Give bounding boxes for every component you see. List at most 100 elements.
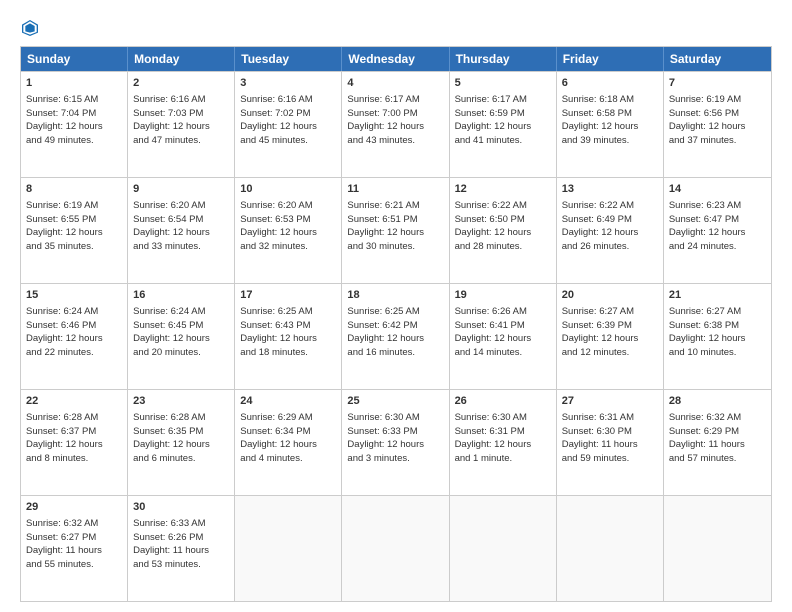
day-info: Sunrise: 6:16 AM Sunset: 7:02 PM Dayligh… xyxy=(240,94,317,146)
calendar: SundayMondayTuesdayWednesdayThursdayFrid… xyxy=(20,46,772,602)
header-day-monday: Monday xyxy=(128,47,235,71)
day-number: 22 xyxy=(26,394,122,410)
day-number: 7 xyxy=(669,76,766,92)
day-info: Sunrise: 6:28 AM Sunset: 6:35 PM Dayligh… xyxy=(133,412,210,464)
day-number: 9 xyxy=(133,182,229,198)
day-info: Sunrise: 6:24 AM Sunset: 6:45 PM Dayligh… xyxy=(133,306,210,358)
day-number: 6 xyxy=(562,76,658,92)
day-info: Sunrise: 6:26 AM Sunset: 6:41 PM Dayligh… xyxy=(455,306,532,358)
day-number: 23 xyxy=(133,394,229,410)
day-cell-4: 4Sunrise: 6:17 AM Sunset: 7:00 PM Daylig… xyxy=(342,72,449,177)
day-number: 28 xyxy=(669,394,766,410)
day-number: 25 xyxy=(347,394,443,410)
header-day-thursday: Thursday xyxy=(450,47,557,71)
day-number: 16 xyxy=(133,288,229,304)
day-info: Sunrise: 6:27 AM Sunset: 6:39 PM Dayligh… xyxy=(562,306,639,358)
day-cell-25: 25 Sunrise: 6:30 AM Sunset: 6:33 PM Dayli… xyxy=(342,390,449,495)
day-cell-12: 12 Sunrise: 6:22 AM Sunset: 6:50 PM Dayli… xyxy=(450,178,557,283)
calendar-body: 1 Sunrise: 6:15 AM Sunset: 7:04 PM Daylig… xyxy=(21,71,771,601)
day-info: Sunrise: 6:20 AM Sunset: 6:54 PM Dayligh… xyxy=(133,200,210,252)
day-cell-1: 1 Sunrise: 6:15 AM Sunset: 7:04 PM Daylig… xyxy=(21,72,128,177)
day-info: Sunrise: 6:21 AM Sunset: 6:51 PM Dayligh… xyxy=(347,200,424,252)
day-info: Sunrise: 6:20 AM Sunset: 6:53 PM Dayligh… xyxy=(240,200,317,252)
day-cell-2: 2 Sunrise: 6:16 AM Sunset: 7:03 PM Daylig… xyxy=(128,72,235,177)
day-cell-7: 7 Sunrise: 6:19 AM Sunset: 6:56 PM Daylig… xyxy=(664,72,771,177)
day-cell-21: 21 Sunrise: 6:27 AM Sunset: 6:38 PM Dayli… xyxy=(664,284,771,389)
day-number: 17 xyxy=(240,288,336,304)
day-cell-24: 24 Sunrise: 6:29 AM Sunset: 6:34 PM Dayli… xyxy=(235,390,342,495)
day-number: 21 xyxy=(669,288,766,304)
day-cell-13: 13Sunrise: 6:22 AM Sunset: 6:49 PM Dayli… xyxy=(557,178,664,283)
empty-cell xyxy=(664,496,771,601)
day-info: Sunrise: 6:17 AM Sunset: 6:59 PM Dayligh… xyxy=(455,94,532,146)
day-info: Sunrise: 6:22 AM Sunset: 6:49 PM Dayligh… xyxy=(562,200,639,252)
day-info: Sunrise: 6:16 AM Sunset: 7:03 PM Dayligh… xyxy=(133,94,210,146)
day-cell-18: 18 Sunrise: 6:25 AM Sunset: 6:42 PM Dayli… xyxy=(342,284,449,389)
day-cell-5: 5 Sunrise: 6:17 AM Sunset: 6:59 PM Daylig… xyxy=(450,72,557,177)
logo xyxy=(20,18,44,38)
day-number: 29 xyxy=(26,500,122,516)
day-info: Sunrise: 6:18 AM Sunset: 6:58 PM Dayligh… xyxy=(562,94,639,146)
day-number: 10 xyxy=(240,182,336,198)
day-info: Sunrise: 6:15 AM Sunset: 7:04 PM Dayligh… xyxy=(26,94,103,146)
day-cell-8: 8Sunrise: 6:19 AM Sunset: 6:55 PM Daylig… xyxy=(21,178,128,283)
logo-icon xyxy=(20,18,40,38)
calendar-week-4: 22 Sunrise: 6:28 AM Sunset: 6:37 PM Dayli… xyxy=(21,389,771,495)
day-info: Sunrise: 6:28 AM Sunset: 6:37 PM Dayligh… xyxy=(26,412,103,464)
day-info: Sunrise: 6:24 AM Sunset: 6:46 PM Dayligh… xyxy=(26,306,103,358)
header-day-friday: Friday xyxy=(557,47,664,71)
header-day-saturday: Saturday xyxy=(664,47,771,71)
day-info: Sunrise: 6:19 AM Sunset: 6:56 PM Dayligh… xyxy=(669,94,746,146)
calendar-header: SundayMondayTuesdayWednesdayThursdayFrid… xyxy=(21,47,771,71)
day-cell-6: 6 Sunrise: 6:18 AM Sunset: 6:58 PM Daylig… xyxy=(557,72,664,177)
day-info: Sunrise: 6:23 AM Sunset: 6:47 PM Dayligh… xyxy=(669,200,746,252)
day-info: Sunrise: 6:33 AM Sunset: 6:26 PM Dayligh… xyxy=(133,518,209,570)
day-number: 18 xyxy=(347,288,443,304)
day-info: Sunrise: 6:22 AM Sunset: 6:50 PM Dayligh… xyxy=(455,200,532,252)
day-number: 12 xyxy=(455,182,551,198)
header-row xyxy=(20,18,772,38)
day-cell-15: 15 Sunrise: 6:24 AM Sunset: 6:46 PM Dayli… xyxy=(21,284,128,389)
day-number: 11 xyxy=(347,182,443,198)
day-number: 24 xyxy=(240,394,336,410)
day-info: Sunrise: 6:32 AM Sunset: 6:29 PM Dayligh… xyxy=(669,412,745,464)
day-cell-28: 28 Sunrise: 6:32 AM Sunset: 6:29 PM Dayli… xyxy=(664,390,771,495)
day-cell-10: 10 Sunrise: 6:20 AM Sunset: 6:53 PM Dayli… xyxy=(235,178,342,283)
empty-cell xyxy=(235,496,342,601)
day-cell-11: 11 Sunrise: 6:21 AM Sunset: 6:51 PM Dayli… xyxy=(342,178,449,283)
day-cell-3: 3 Sunrise: 6:16 AM Sunset: 7:02 PM Daylig… xyxy=(235,72,342,177)
page: SundayMondayTuesdayWednesdayThursdayFrid… xyxy=(0,0,792,612)
empty-cell xyxy=(450,496,557,601)
day-number: 15 xyxy=(26,288,122,304)
day-cell-20: 20 Sunrise: 6:27 AM Sunset: 6:39 PM Dayli… xyxy=(557,284,664,389)
day-number: 14 xyxy=(669,182,766,198)
day-info: Sunrise: 6:30 AM Sunset: 6:33 PM Dayligh… xyxy=(347,412,424,464)
header-day-wednesday: Wednesday xyxy=(342,47,449,71)
day-cell-16: 16 Sunrise: 6:24 AM Sunset: 6:45 PM Dayli… xyxy=(128,284,235,389)
day-cell-9: 9 Sunrise: 6:20 AM Sunset: 6:54 PM Daylig… xyxy=(128,178,235,283)
calendar-week-5: 29Sunrise: 6:32 AM Sunset: 6:27 PM Dayli… xyxy=(21,495,771,601)
header-day-tuesday: Tuesday xyxy=(235,47,342,71)
day-cell-30: 30 Sunrise: 6:33 AM Sunset: 6:26 PM Dayli… xyxy=(128,496,235,601)
day-number: 5 xyxy=(455,76,551,92)
calendar-week-3: 15 Sunrise: 6:24 AM Sunset: 6:46 PM Dayli… xyxy=(21,283,771,389)
calendar-week-2: 8Sunrise: 6:19 AM Sunset: 6:55 PM Daylig… xyxy=(21,177,771,283)
day-info: Sunrise: 6:27 AM Sunset: 6:38 PM Dayligh… xyxy=(669,306,746,358)
day-number: 19 xyxy=(455,288,551,304)
day-number: 27 xyxy=(562,394,658,410)
day-cell-22: 22 Sunrise: 6:28 AM Sunset: 6:37 PM Dayli… xyxy=(21,390,128,495)
day-info: Sunrise: 6:29 AM Sunset: 6:34 PM Dayligh… xyxy=(240,412,317,464)
day-number: 3 xyxy=(240,76,336,92)
day-number: 1 xyxy=(26,76,122,92)
day-info: Sunrise: 6:25 AM Sunset: 6:42 PM Dayligh… xyxy=(347,306,424,358)
day-number: 2 xyxy=(133,76,229,92)
day-cell-19: 19 Sunrise: 6:26 AM Sunset: 6:41 PM Dayli… xyxy=(450,284,557,389)
day-number: 4 xyxy=(347,76,443,92)
day-number: 8 xyxy=(26,182,122,198)
day-number: 30 xyxy=(133,500,229,516)
day-info: Sunrise: 6:30 AM Sunset: 6:31 PM Dayligh… xyxy=(455,412,532,464)
day-number: 20 xyxy=(562,288,658,304)
day-cell-17: 17 Sunrise: 6:25 AM Sunset: 6:43 PM Dayli… xyxy=(235,284,342,389)
day-info: Sunrise: 6:25 AM Sunset: 6:43 PM Dayligh… xyxy=(240,306,317,358)
day-number: 26 xyxy=(455,394,551,410)
